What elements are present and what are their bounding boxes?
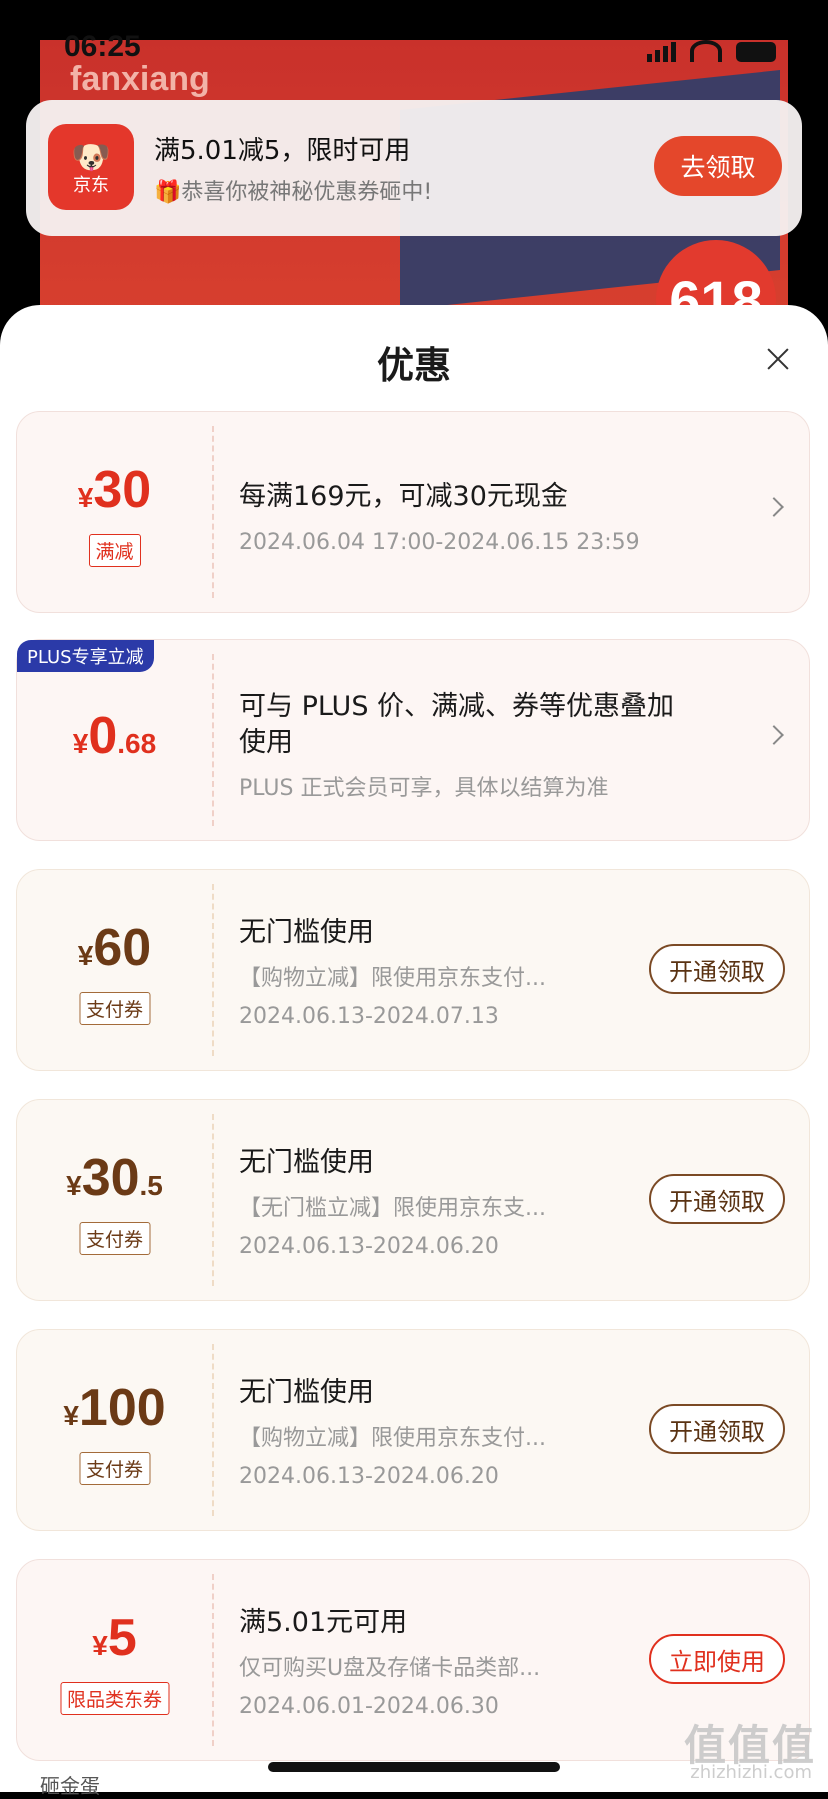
wifi-icon bbox=[690, 40, 722, 62]
coupon-title: 无门槛使用 bbox=[239, 1147, 374, 1178]
coupon-desc: PLUS 正式会员可享，具体以结算为准 bbox=[239, 776, 609, 801]
coupon-tag: 满减 bbox=[88, 534, 141, 567]
coupon-desc: 【无门槛立减】限使用京东支... bbox=[239, 1196, 546, 1221]
coupon-amount-area: ¥100 支付券 bbox=[17, 1330, 212, 1532]
coupon-amount: ¥30 bbox=[77, 461, 152, 519]
coupon-tag: 支付券 bbox=[78, 1222, 151, 1255]
coupon-title: 无门槛使用 bbox=[239, 1377, 374, 1408]
coupon-amount-area: ¥0.68 bbox=[17, 640, 212, 842]
coupon-validity: 2024.06.13-2024.06.20 bbox=[239, 1234, 499, 1259]
coupon-amount-area: ¥30.5 支付券 bbox=[17, 1100, 212, 1302]
notification-subtitle: 🎁恭喜你被神秘优惠券砸中! bbox=[154, 180, 433, 205]
coupon-card[interactable]: PLUS专享立减 ¥0.68 可与 PLUS 价、满减、券等优惠叠加 使用 PL… bbox=[16, 639, 810, 841]
coupon-title: 无门槛使用 bbox=[239, 917, 374, 948]
activate-claim-button[interactable]: 开通领取 bbox=[649, 1404, 785, 1454]
coupon-amount-area: ¥60 支付券 bbox=[17, 870, 212, 1072]
claim-button[interactable]: 去领取 bbox=[654, 136, 782, 196]
notification-title: 满5.01减5，限时可用 bbox=[154, 136, 411, 166]
home-indicator[interactable] bbox=[268, 1762, 560, 1772]
jd-dog-icon: 🐶 bbox=[71, 138, 111, 176]
coupon-desc: 仅可购买U盘及存储卡品类部... bbox=[239, 1656, 541, 1681]
dashed-divider bbox=[212, 1114, 214, 1286]
coupon-amount: ¥100 bbox=[63, 1379, 166, 1437]
coupon-amount: ¥0.68 bbox=[72, 707, 157, 765]
coupon-amount-area: ¥30 满减 bbox=[17, 412, 212, 614]
chevron-right-icon[interactable] bbox=[764, 725, 784, 745]
dashed-divider bbox=[212, 884, 214, 1056]
activate-claim-button[interactable]: 开通领取 bbox=[649, 1174, 785, 1224]
discount-sheet: 优惠 ¥30 满减 每满169元，可减30元现金 2024.06.04 17:0… bbox=[0, 305, 828, 1792]
coupon-validity: 2024.06.01-2024.06.30 bbox=[239, 1694, 499, 1719]
activate-claim-button[interactable]: 开通领取 bbox=[649, 944, 785, 994]
coupon-amount-area: ¥5 限品类东券 bbox=[17, 1560, 212, 1762]
jd-app-label: 京东 bbox=[73, 175, 109, 196]
status-icons bbox=[647, 40, 776, 62]
smash-egg-entry[interactable]: 砸金蛋 bbox=[40, 1770, 100, 1799]
dashed-divider bbox=[212, 1574, 214, 1746]
coupon-amount: ¥5 bbox=[92, 1609, 137, 1667]
coupon-title-cont: 使用 bbox=[239, 727, 293, 758]
coupon-validity: 2024.06.13-2024.06.20 bbox=[239, 1464, 499, 1489]
jd-app-icon: 🐶 京东 bbox=[48, 124, 134, 210]
dashed-divider bbox=[212, 426, 214, 598]
coupon-desc: 【购物立减】限使用京东支付... bbox=[239, 1426, 546, 1451]
chevron-right-icon[interactable] bbox=[764, 497, 784, 517]
dashed-divider bbox=[212, 654, 214, 826]
coupon-tag: 支付券 bbox=[78, 1452, 151, 1485]
use-now-button[interactable]: 立即使用 bbox=[649, 1634, 785, 1684]
coupon-desc: 【购物立减】限使用京东支付... bbox=[239, 966, 546, 991]
dashed-divider bbox=[212, 1344, 214, 1516]
coupon-title: 可与 PLUS 价、满减、券等优惠叠加 bbox=[239, 691, 675, 722]
battery-icon bbox=[736, 42, 776, 62]
watermark-url: zhizhizhi.com bbox=[690, 1762, 812, 1783]
coupon-card[interactable]: ¥100 支付券 无门槛使用 【购物立减】限使用京东支付... 2024.06.… bbox=[16, 1329, 810, 1531]
push-notification[interactable]: 🐶 京东 满5.01减5，限时可用 🎁恭喜你被神秘优惠券砸中! 去领取 bbox=[26, 100, 802, 236]
sheet-title: 优惠 bbox=[377, 344, 451, 387]
coupon-tag: 支付券 bbox=[78, 992, 151, 1025]
coupon-title: 每满169元，可减30元现金 bbox=[239, 481, 568, 512]
coupon-card[interactable]: ¥30 满减 每满169元，可减30元现金 2024.06.04 17:00-2… bbox=[16, 411, 810, 613]
status-time: 06:25 bbox=[64, 30, 141, 63]
coupon-tag: 限品类东券 bbox=[59, 1682, 170, 1715]
coupon-card[interactable]: ¥30.5 支付券 无门槛使用 【无门槛立减】限使用京东支... 2024.06… bbox=[16, 1099, 810, 1301]
coupon-validity: 2024.06.13-2024.07.13 bbox=[239, 1004, 499, 1029]
coupon-card[interactable]: ¥60 支付券 无门槛使用 【购物立减】限使用京东支付... 2024.06.1… bbox=[16, 869, 810, 1071]
coupon-amount: ¥60 bbox=[77, 919, 152, 977]
signal-icon bbox=[647, 42, 676, 62]
coupon-validity: 2024.06.04 17:00-2024.06.15 23:59 bbox=[239, 530, 640, 555]
close-icon[interactable] bbox=[766, 347, 790, 371]
coupon-title: 满5.01元可用 bbox=[239, 1607, 408, 1638]
coupon-amount: ¥30.5 bbox=[66, 1149, 163, 1207]
banner-brand: fanxiang bbox=[70, 60, 210, 98]
